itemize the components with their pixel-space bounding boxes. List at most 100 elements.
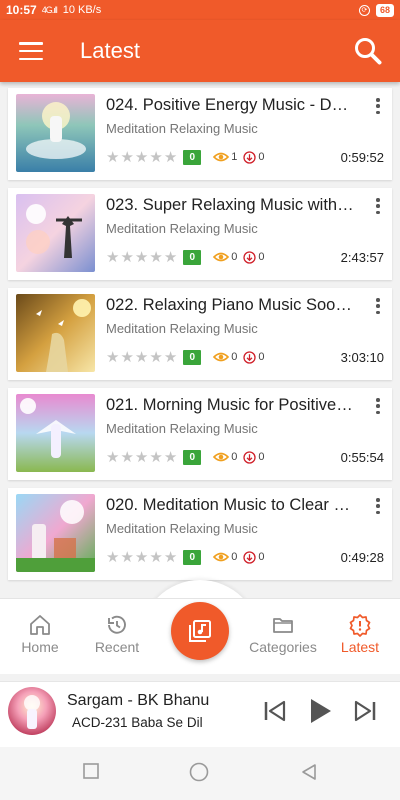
track-thumbnail — [16, 294, 95, 372]
rotation-lock-icon: ⟳ — [358, 4, 370, 16]
track-album: Meditation Relaxing Music — [106, 221, 258, 236]
track-meta: ★ ★ ★ ★ ★ 0 0 0 0:49:28 — [106, 548, 384, 566]
track-duration: 2:43:57 — [340, 249, 384, 265]
track-duration: 3:03:10 — [340, 349, 384, 365]
now-playing-fab[interactable] — [171, 602, 229, 660]
track-card[interactable]: 022. Relaxing Piano Music Soothing Medit… — [8, 288, 392, 380]
rating-stars[interactable]: ★ ★ ★ ★ ★ — [106, 450, 177, 465]
history-icon — [108, 615, 126, 634]
eye-icon — [213, 352, 230, 362]
track-title: 021. Morning Music for Positive Energy — [106, 396, 356, 414]
track-album: Meditation Relaxing Music — [106, 521, 258, 536]
skip-next-icon[interactable] — [350, 696, 378, 726]
download-icon — [243, 450, 257, 464]
download-icon — [243, 350, 257, 364]
download-icon — [243, 550, 257, 564]
player-artwork — [8, 687, 56, 735]
track-card[interactable]: 020. Meditation Music to Clear Mind Medi… — [8, 488, 392, 580]
download-count: 0 — [258, 551, 265, 563]
eye-icon — [213, 452, 230, 462]
menu-icon[interactable] — [19, 42, 43, 60]
view-count: 0 — [231, 351, 238, 363]
rating-stars[interactable]: ★ ★ ★ ★ ★ — [106, 350, 177, 365]
track-thumbnail — [16, 494, 95, 572]
track-meta: ★ ★ ★ ★ ★ 0 0 0 0:55:54 — [106, 448, 384, 466]
more-options-icon[interactable] — [372, 96, 384, 116]
more-options-icon[interactable] — [372, 396, 384, 416]
folder-icon — [273, 618, 293, 633]
status-bar: 10:57 4G.ıll 10 KB/s ⟳ 68 — [0, 0, 400, 20]
system-navigation-bar — [0, 747, 400, 800]
rating-stars[interactable]: ★ ★ ★ ★ ★ — [106, 550, 177, 565]
home-icon — [30, 615, 50, 635]
nav-categories-label: Categories — [249, 639, 317, 655]
player-track-subtitle: ACD-231 Baba Se Dil — [72, 715, 203, 730]
rating-badge: 0 — [183, 549, 202, 565]
more-options-icon[interactable] — [372, 196, 384, 216]
rating-badge: 0 — [183, 149, 202, 165]
status-time: 10:57 — [6, 3, 37, 17]
back-icon[interactable] — [300, 763, 318, 781]
download-icon — [243, 150, 257, 164]
app-bar: Latest — [0, 20, 400, 82]
rating-badge: 0 — [183, 449, 202, 465]
view-count: 0 — [231, 251, 238, 263]
track-title: 024. Positive Energy Music - Deep Healin… — [106, 96, 356, 114]
nav-categories[interactable]: Categories — [243, 613, 323, 655]
track-thumbnail — [16, 194, 95, 272]
home-circle-icon[interactable] — [189, 762, 209, 782]
view-count: 1 — [231, 151, 238, 163]
download-count: 0 — [258, 251, 265, 263]
track-duration: 0:49:28 — [340, 549, 384, 565]
view-count: 0 — [231, 551, 238, 563]
play-icon[interactable] — [307, 696, 335, 726]
track-album: Meditation Relaxing Music — [106, 121, 258, 136]
track-title: 023. Super Relaxing Music with Nature — [106, 196, 356, 214]
track-duration: 0:55:54 — [340, 449, 384, 465]
track-thumbnail — [16, 94, 95, 172]
nav-recent[interactable]: Recent — [77, 613, 157, 655]
recents-icon[interactable] — [83, 763, 99, 779]
battery-indicator: 68 — [375, 3, 394, 17]
track-duration: 0:59:52 — [340, 149, 384, 165]
track-list: 024. Positive Energy Music - Deep Healin… — [8, 88, 392, 588]
eye-icon — [213, 552, 230, 562]
nav-latest[interactable]: Latest — [320, 613, 400, 655]
eye-icon — [213, 252, 230, 262]
download-count: 0 — [258, 451, 265, 463]
track-thumbnail — [16, 394, 95, 472]
player-track-title: Sargam - BK Bhanu — [67, 692, 210, 709]
download-icon — [243, 250, 257, 264]
track-card[interactable]: 023. Super Relaxing Music with Nature Me… — [8, 188, 392, 280]
nav-latest-label: Latest — [340, 639, 380, 655]
download-count: 0 — [258, 351, 265, 363]
skip-previous-icon[interactable] — [262, 696, 290, 726]
more-options-icon[interactable] — [372, 296, 384, 316]
nav-home-label: Home — [21, 639, 59, 655]
music-library-icon — [189, 620, 211, 642]
nav-home[interactable]: Home — [0, 613, 80, 655]
nav-recent-label: Recent — [94, 639, 140, 655]
track-album: Meditation Relaxing Music — [106, 321, 258, 336]
track-meta: ★ ★ ★ ★ ★ 0 0 0 3:03:10 — [106, 348, 384, 366]
track-card[interactable]: 024. Positive Energy Music - Deep Healin… — [8, 88, 392, 180]
eye-icon — [213, 152, 230, 162]
rating-badge: 0 — [183, 249, 202, 265]
rating-badge: 0 — [183, 349, 202, 365]
page-title: Latest — [80, 38, 140, 63]
track-meta: ★ ★ ★ ★ ★ 0 1 0 0:59:52 — [106, 148, 384, 166]
track-card[interactable]: 021. Morning Music for Positive Energy M… — [8, 388, 392, 480]
view-count: 0 — [231, 451, 238, 463]
rating-stars[interactable]: ★ ★ ★ ★ ★ — [106, 150, 177, 165]
download-count: 0 — [258, 151, 265, 163]
more-options-icon[interactable] — [372, 496, 384, 516]
track-title: 022. Relaxing Piano Music Soothing — [106, 296, 356, 314]
rating-stars[interactable]: ★ ★ ★ ★ ★ — [106, 250, 177, 265]
network-speed: 10 KB/s — [62, 4, 102, 16]
mini-player[interactable]: Sargam - BK Bhanu ACD-231 Baba Se Dil — [0, 681, 400, 747]
track-album: Meditation Relaxing Music — [106, 421, 258, 436]
search-icon[interactable] — [354, 37, 382, 65]
signal-icon: 4G.ıll — [41, 5, 58, 15]
track-title: 020. Meditation Music to Clear Mind — [106, 496, 356, 514]
latest-badge-icon — [349, 614, 371, 637]
